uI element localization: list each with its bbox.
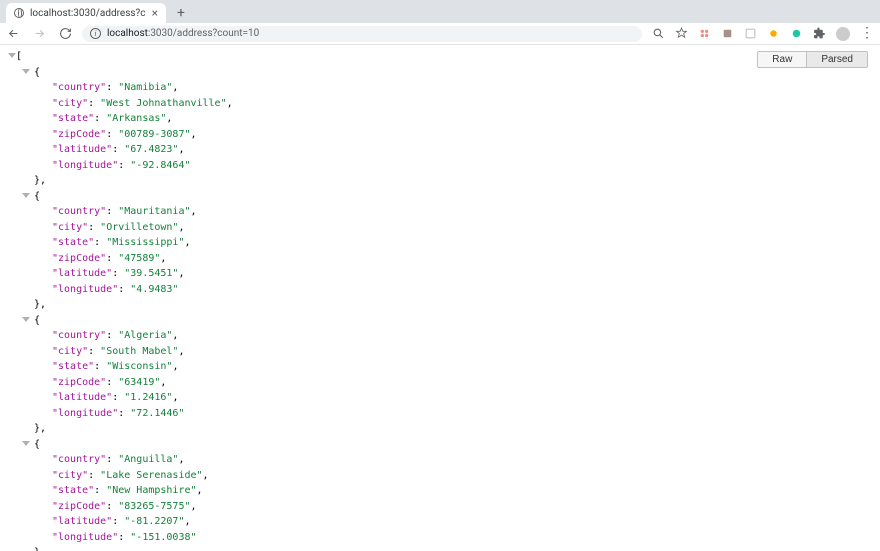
extension-icon-3[interactable] bbox=[744, 27, 757, 40]
extension-icon-4[interactable] bbox=[767, 27, 780, 40]
new-tab-button[interactable]: + bbox=[172, 4, 190, 22]
browser-tab[interactable]: localhost:3030/address?count × bbox=[6, 3, 166, 23]
content-area: Raw Parsed [{"country": "Namibia","city"… bbox=[0, 45, 880, 551]
zoom-icon[interactable] bbox=[652, 27, 665, 40]
extension-icon-5[interactable] bbox=[790, 27, 803, 40]
bookmark-icon[interactable] bbox=[675, 27, 688, 40]
parsed-button[interactable]: Parsed bbox=[806, 51, 868, 68]
tab-strip: localhost:3030/address?count × + bbox=[0, 0, 880, 23]
tab-title: localhost:3030/address?count bbox=[30, 8, 146, 19]
forward-button[interactable] bbox=[32, 27, 46, 41]
close-icon[interactable]: × bbox=[152, 7, 158, 19]
raw-button[interactable]: Raw bbox=[757, 51, 806, 68]
globe-icon bbox=[14, 8, 24, 18]
address-bar[interactable]: i localhost:3030/address?count=10 bbox=[82, 26, 642, 42]
url-text: localhost:3030/address?count=10 bbox=[107, 28, 259, 39]
profile-avatar[interactable] bbox=[836, 27, 850, 41]
view-toggle: Raw Parsed bbox=[757, 51, 868, 68]
toolbar: i localhost:3030/address?count=10 ⋮ bbox=[0, 23, 880, 45]
json-viewer[interactable]: [{"country": "Namibia","city": "West Joh… bbox=[4, 49, 880, 551]
extensions-icon[interactable] bbox=[813, 27, 826, 40]
back-button[interactable] bbox=[6, 27, 20, 41]
extension-icon-2[interactable] bbox=[721, 27, 734, 40]
reload-button[interactable] bbox=[58, 27, 72, 41]
menu-icon[interactable]: ⋮ bbox=[860, 31, 874, 37]
site-info-icon[interactable]: i bbox=[90, 28, 101, 39]
extension-icon-1[interactable] bbox=[698, 27, 711, 40]
